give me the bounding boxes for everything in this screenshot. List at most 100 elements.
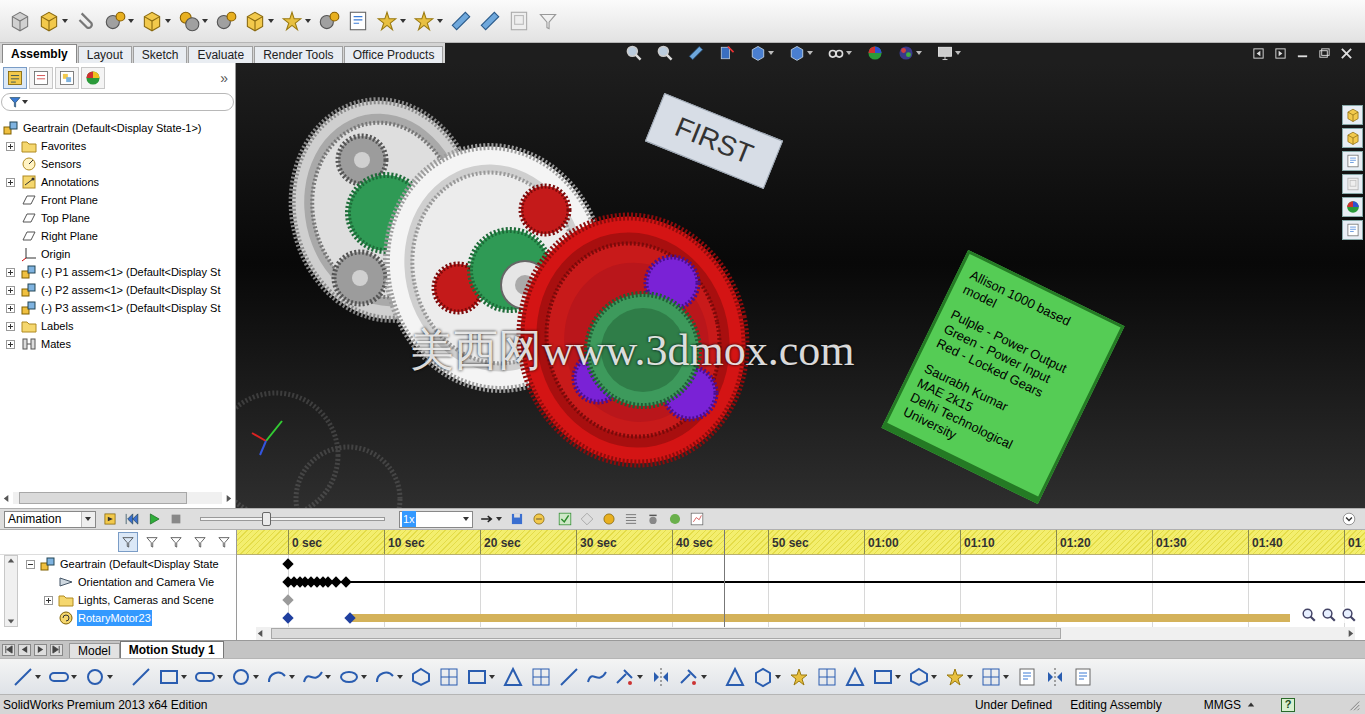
panel-tab[interactable] [81, 67, 105, 89]
sketch-rect-icon[interactable] [872, 666, 894, 688]
tree-root-label[interactable]: Geartrain (Default<Display State-1>) [23, 120, 202, 137]
sketch-tool-button[interactable] [558, 666, 580, 688]
animation-wizard-button[interactable] [531, 511, 547, 527]
propertymanager-icon[interactable] [32, 69, 50, 87]
resources-icon[interactable] [1345, 130, 1361, 146]
mate-icon[interactable] [74, 9, 98, 33]
study-type-select[interactable]: Animation [4, 511, 96, 528]
sketch-tool-button[interactable] [614, 666, 644, 688]
reference-geometry-button[interactable] [280, 9, 312, 33]
smart-fasteners-button[interactable] [140, 9, 172, 33]
sketch-rect-icon[interactable] [158, 666, 180, 688]
tab-nav-button[interactable] [34, 644, 47, 656]
command-tab[interactable]: Assembly [2, 44, 77, 63]
filter-icon[interactable] [536, 9, 560, 33]
results-icon[interactable] [689, 511, 705, 527]
sketch-tool-button[interactable] [1044, 666, 1066, 688]
playback-mode-button[interactable] [479, 511, 503, 527]
sketch-grid-icon[interactable] [530, 666, 552, 688]
filter-button[interactable] [118, 532, 138, 552]
zoom-fit-icon[interactable] [1301, 607, 1317, 623]
zoom-to-fit-icon[interactable] [625, 44, 643, 62]
unit-system[interactable]: MMGS [1204, 696, 1241, 714]
configurationmanager-icon[interactable] [58, 69, 76, 87]
scroll-down-icon[interactable] [7, 617, 15, 625]
key-point[interactable] [282, 612, 293, 623]
sketch-ellipse-icon[interactable] [338, 666, 360, 688]
apply-scene-button[interactable] [897, 44, 923, 62]
dropdown-arrow-icon[interactable] [62, 19, 69, 23]
scroll-right-icon[interactable] [224, 494, 233, 503]
tree-item[interactable]: (-) P2 assem<1> (Default<Display St [0, 281, 235, 299]
scroll-left-icon[interactable] [256, 629, 265, 638]
tile-left-icon[interactable] [1252, 47, 1265, 60]
view-settings-icon[interactable] [936, 44, 954, 62]
sketch-star-icon[interactable] [788, 666, 810, 688]
section-view-button[interactable] [718, 44, 736, 62]
timeline[interactable]: 0 sec10 sec20 sec30 sec40 sec50 sec01:00… [237, 530, 1365, 640]
sketch-tool-button[interactable] [752, 666, 782, 688]
sketch-doc-icon[interactable] [1016, 666, 1038, 688]
dropdown-arrow-icon[interactable] [437, 19, 444, 23]
tree-item-label[interactable]: Annotations [41, 174, 99, 191]
dropdown-arrow-icon[interactable] [268, 19, 275, 23]
sketch-tool-button[interactable] [944, 666, 974, 688]
home-icon[interactable] [1345, 107, 1361, 123]
explode-line-icon[interactable] [412, 9, 436, 33]
motion-tree-item[interactable]: Orientation and Camera Vie [18, 573, 236, 591]
smart-fasteners-icon[interactable] [140, 9, 164, 33]
dropdown-arrow-icon[interactable] [128, 19, 135, 23]
sketch-tool-button[interactable] [302, 666, 332, 688]
new-motion-study-button[interactable] [317, 9, 341, 33]
display-style-button[interactable] [788, 44, 814, 62]
calculate-icon[interactable] [102, 511, 118, 527]
filter-button[interactable] [536, 9, 560, 33]
insert-component-button[interactable] [37, 9, 69, 33]
library-icon[interactable] [1345, 153, 1361, 169]
gravity-icon[interactable] [667, 511, 683, 527]
sketch-tool-button[interactable] [12, 666, 42, 688]
sketch-doc-icon[interactable] [1072, 666, 1094, 688]
dropdown-arrow-icon[interactable] [361, 675, 368, 679]
section-view-icon[interactable] [718, 44, 736, 62]
filter-button[interactable] [214, 532, 234, 552]
sketch-trim-icon[interactable] [614, 666, 636, 688]
sketch-tool-button[interactable] [84, 666, 114, 688]
instant3d-button[interactable] [507, 9, 531, 33]
motor-bar[interactable] [350, 614, 1290, 622]
tree-item-label[interactable]: Favorites [41, 138, 86, 155]
dropdown-arrow-icon[interactable] [165, 19, 172, 23]
timeline-row[interactable] [237, 591, 1365, 609]
dropdown-arrow-icon[interactable] [1003, 675, 1010, 679]
results-button[interactable] [689, 511, 705, 527]
first-tab-icon[interactable] [4, 645, 13, 654]
view-orientation-button[interactable] [749, 44, 775, 62]
sketch-tool-button[interactable] [844, 666, 866, 688]
sketch-tool-button[interactable] [1016, 666, 1038, 688]
sketch-line-icon[interactable] [130, 666, 152, 688]
sketch-tool-button[interactable] [788, 666, 810, 688]
tile-right-icon[interactable] [1274, 47, 1287, 60]
sketch-tri-icon[interactable] [502, 666, 524, 688]
assembly-features-button[interactable] [243, 9, 275, 33]
sketch-mirror-icon[interactable] [650, 666, 672, 688]
playhead[interactable] [724, 530, 725, 627]
dropdown-arrow-icon[interactable] [701, 675, 708, 679]
dropdown-arrow-icon[interactable] [955, 51, 962, 55]
timeline-row[interactable] [237, 573, 1365, 591]
dropdown-arrow-icon[interactable] [807, 51, 814, 55]
clearance-icon[interactable] [478, 9, 502, 33]
timeline-row[interactable] [237, 609, 1365, 627]
timeline-rows[interactable] [237, 555, 1365, 627]
filter-results-icon[interactable] [192, 534, 208, 550]
tree-item-label[interactable]: Top Plane [41, 210, 90, 227]
spring-icon[interactable] [623, 511, 639, 527]
exploded-view-icon[interactable] [375, 9, 399, 33]
tree-scrollbar[interactable] [0, 490, 235, 506]
displaymanager-icon[interactable] [84, 69, 102, 87]
dropdown-arrow-icon[interactable] [496, 517, 503, 521]
sketch-line-icon[interactable] [12, 666, 34, 688]
scroll-left-icon[interactable] [2, 494, 11, 503]
dropdown-arrow-icon[interactable] [931, 675, 938, 679]
previous-tab-icon[interactable] [20, 645, 29, 654]
